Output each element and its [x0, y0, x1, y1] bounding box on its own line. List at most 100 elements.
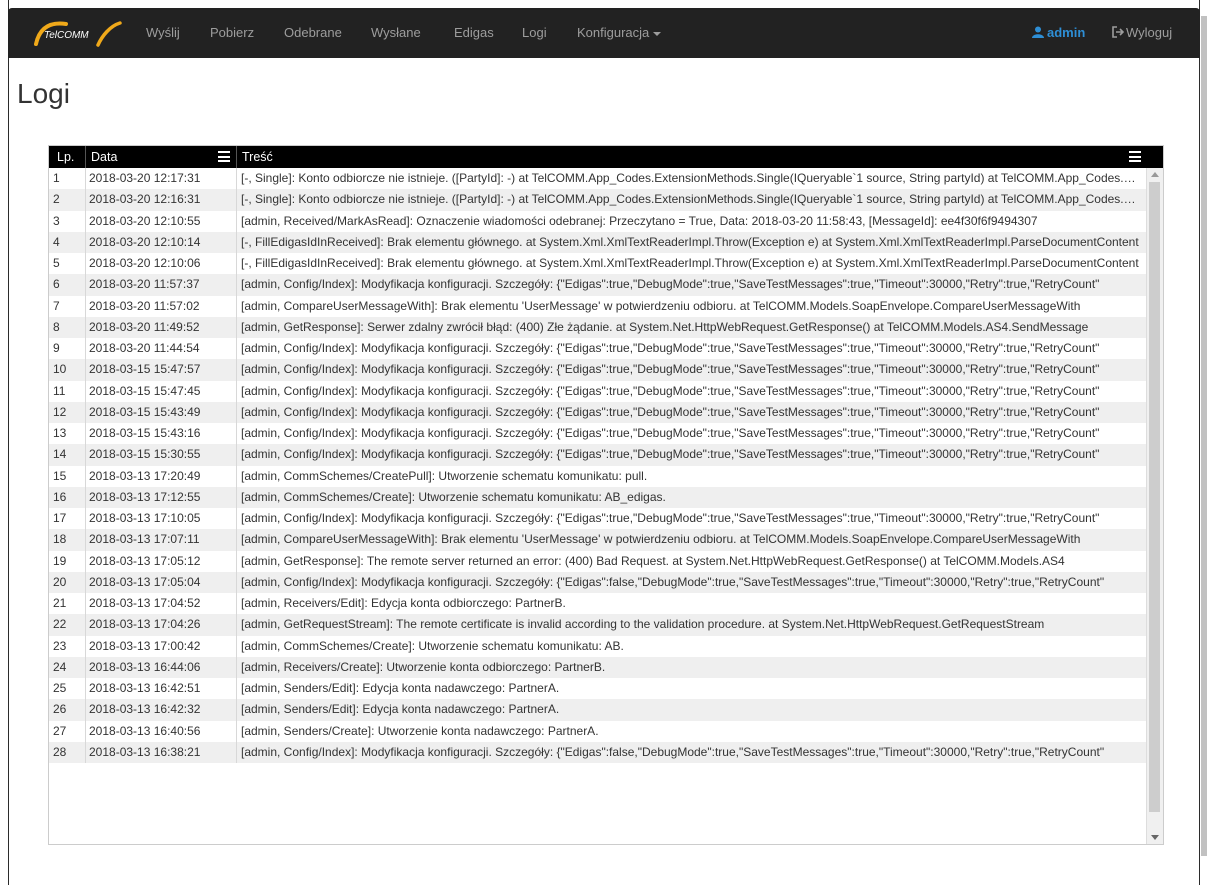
table-row[interactable]: 19 2018-03-13 17:05:12 [admin, GetResponse…	[49, 550, 1147, 572]
cell-data: 2018-03-13 17:12:55	[86, 486, 237, 508]
grid-body: 1 2018-03-20 12:17:31 [-, Single]: Konto o…	[49, 168, 1147, 844]
cell-tresc: [admin, CommSchemes/Create]: Utworzenie …	[241, 638, 624, 653]
cell-data: 2018-03-13 17:05:12	[86, 550, 237, 572]
nav-konfiguracja[interactable]: Konfiguracja	[577, 25, 662, 40]
cell-lp: 15	[49, 465, 86, 487]
cell-data: 2018-03-15 15:30:55	[86, 444, 237, 466]
cell-data: 2018-03-20 12:10:14	[86, 231, 237, 253]
cell-lp: 19	[49, 550, 86, 572]
table-row[interactable]: 20 2018-03-13 17:05:04 [admin, Config/Inde…	[49, 571, 1147, 593]
cell-tresc: [admin, Config/Index]: Modyfikacja konfi…	[241, 404, 1100, 419]
cell-lp: 16	[49, 486, 86, 508]
table-row[interactable]: 2 2018-03-20 12:16:31 [-, Single]: Konto o…	[49, 189, 1147, 211]
cell-tresc: [-, Single]: Konto odbiorcze nie istniej…	[241, 171, 1147, 185]
cell-data: 2018-03-13 17:07:11	[86, 529, 237, 551]
cell-lp: 9	[49, 338, 86, 360]
cell-tresc: [admin, GetResponse]: Serwer zdalny zwró…	[241, 319, 1089, 334]
cell-tresc: [admin, Config/Index]: Modyfikacja konfi…	[241, 744, 1105, 759]
cell-tresc: [admin, Senders/Edit]: Edycja konta nada…	[241, 702, 560, 717]
table-row[interactable]: 7 2018-03-20 11:57:02 [admin, CompareUserM…	[49, 295, 1147, 317]
nav-wyslane[interactable]: Wysłane	[371, 25, 421, 40]
scroll-up-icon[interactable]	[1151, 172, 1159, 177]
table-row[interactable]: 21 2018-03-13 17:04:52 [admin, Receivers/E…	[49, 593, 1147, 615]
cell-data: 2018-03-15 15:43:16	[86, 423, 237, 445]
table-row[interactable]: 15 2018-03-13 17:20:49 [admin, CommSchemes…	[49, 465, 1147, 487]
table-row[interactable]: 17 2018-03-13 17:10:05 [admin, Config/Inde…	[49, 508, 1147, 530]
cell-lp: 25	[49, 678, 86, 700]
cell-data: 2018-03-20 12:10:06	[86, 253, 237, 275]
cell-data: 2018-03-13 17:05:04	[86, 571, 237, 593]
cell-data: 2018-03-20 11:49:52	[86, 316, 237, 338]
table-row[interactable]: 13 2018-03-15 15:43:16 [admin, Config/Inde…	[49, 423, 1147, 445]
cell-lp: 12	[49, 401, 86, 423]
grid-scrollbar[interactable]	[1146, 168, 1163, 844]
cell-data: 2018-03-13 17:10:05	[86, 508, 237, 530]
svg-text:TelCOMM: TelCOMM	[44, 30, 89, 41]
cell-data: 2018-03-13 16:40:56	[86, 720, 237, 742]
nav-odebrane[interactable]: Odebrane	[284, 25, 342, 40]
table-row[interactable]: 11 2018-03-15 15:47:45 [admin, Config/Inde…	[49, 380, 1147, 402]
nav-pobierz[interactable]: Pobierz	[210, 25, 254, 40]
navbar: TelCOMM Wyślij Pobierz Odebrane Wysłane …	[8, 8, 1200, 58]
page-scrollbar[interactable]	[1200, 0, 1208, 885]
table-row[interactable]: 26 2018-03-13 16:42:32 [admin, Senders/Edi…	[49, 699, 1147, 721]
cell-data: 2018-03-15 15:43:49	[86, 401, 237, 423]
logs-grid: Lp. Data Treść 1 2018-03-20 12:17:31 [-, S…	[48, 145, 1164, 845]
table-row[interactable]: 10 2018-03-15 15:47:57 [admin, Config/Inde…	[49, 359, 1147, 381]
column-menu-icon[interactable]	[218, 151, 230, 162]
column-header-data[interactable]: Data	[86, 146, 237, 168]
table-row[interactable]: 16 2018-03-13 17:12:55 [admin, CommSchemes…	[49, 486, 1147, 508]
table-row[interactable]: 18 2018-03-13 17:07:11 [admin, CompareUser…	[49, 529, 1147, 551]
table-row[interactable]: 23 2018-03-13 17:00:42 [admin, CommSchemes…	[49, 635, 1147, 657]
cell-tresc: [-, FillEdigasIdInReceived]: Brak elemen…	[241, 234, 1139, 249]
table-row[interactable]: 1 2018-03-20 12:17:31 [-, Single]: Konto o…	[49, 168, 1147, 190]
nav-logi[interactable]: Logi	[522, 25, 547, 40]
user-icon	[1032, 26, 1044, 38]
table-row[interactable]: 14 2018-03-15 15:30:55 [admin, Config/Inde…	[49, 444, 1147, 466]
user-menu[interactable]: admin	[1032, 25, 1085, 40]
column-header-tresc[interactable]: Treść	[237, 146, 1147, 168]
cell-tresc: [admin, Config/Index]: Modyfikacja konfi…	[241, 341, 1100, 355]
grid-header: Lp. Data Treść	[49, 146, 1163, 168]
cell-tresc: [admin, Config/Index]: Modyfikacja konfi…	[241, 511, 1100, 525]
telcomm-logo[interactable]: TelCOMM	[32, 18, 122, 48]
logout-link[interactable]: Wyloguj	[1112, 25, 1172, 40]
cell-tresc: [admin, CompareUserMessageWith]: Brak el…	[241, 532, 1081, 547]
cell-lp: 28	[49, 741, 86, 763]
scroll-down-icon[interactable]	[1151, 835, 1159, 840]
cell-tresc: [admin, GetRequestStream]: The remote ce…	[241, 617, 1045, 632]
cell-tresc: [admin, Config/Index]: Modyfikacja konfi…	[241, 362, 1100, 377]
table-row[interactable]: 5 2018-03-20 12:10:06 [-, FillEdigasIdInRe…	[49, 253, 1147, 275]
table-row[interactable]: 27 2018-03-13 16:40:56 [admin, Senders/Cre…	[49, 720, 1147, 742]
cell-lp: 24	[49, 656, 86, 678]
table-row[interactable]: 28 2018-03-13 16:38:21 [admin, Config/Inde…	[49, 741, 1147, 763]
cell-tresc: [admin, Receivers/Edit]: Edycja konta od…	[241, 596, 566, 610]
nav-edigas[interactable]: Edigas	[454, 25, 494, 40]
cell-lp: 3	[49, 210, 86, 232]
cell-tresc: [admin, Config/Index]: Modyfikacja konfi…	[241, 447, 1100, 462]
table-row[interactable]: 4 2018-03-20 12:10:14 [-, FillEdigasIdInRe…	[49, 231, 1147, 253]
table-row[interactable]: 9 2018-03-20 11:44:54 [admin, Config/Index…	[49, 338, 1147, 360]
table-row[interactable]: 3 2018-03-20 12:10:55 [admin, Received/Mar…	[49, 210, 1147, 232]
nav-wyslij[interactable]: Wyślij	[146, 25, 180, 40]
table-row[interactable]: 24 2018-03-13 16:44:06 [admin, Receivers/C…	[49, 656, 1147, 678]
cell-lp: 8	[49, 316, 86, 338]
column-menu-icon[interactable]	[1129, 151, 1141, 162]
cell-lp: 1	[49, 168, 86, 190]
table-row[interactable]: 8 2018-03-20 11:49:52 [admin, GetResponse]…	[49, 316, 1147, 338]
page-scroll-thumb[interactable]	[1201, 16, 1207, 856]
logout-label: Wyloguj	[1126, 25, 1173, 40]
cell-lp: 10	[49, 359, 86, 381]
user-name: admin	[1047, 25, 1086, 40]
cell-tresc: [admin, Config/Index]: Modyfikacja konfi…	[241, 383, 1100, 398]
table-row[interactable]: 6 2018-03-20 11:57:37 [admin, Config/Index…	[49, 274, 1147, 296]
table-row[interactable]: 22 2018-03-13 17:04:26 [admin, GetRequestS…	[49, 614, 1147, 636]
scroll-thumb[interactable]	[1149, 182, 1160, 812]
cell-tresc: [admin, Received/MarkAsRead]: Oznaczenie…	[241, 213, 1038, 228]
cell-lp: 22	[49, 614, 86, 636]
cell-data: 2018-03-13 17:00:42	[86, 635, 237, 657]
column-header-lp[interactable]: Lp.	[49, 146, 86, 168]
cell-tresc: [admin, Senders/Create]: Utworzenie kont…	[241, 723, 599, 738]
table-row[interactable]: 25 2018-03-13 16:42:51 [admin, Senders/Edi…	[49, 678, 1147, 700]
table-row[interactable]: 12 2018-03-15 15:43:49 [admin, Config/Inde…	[49, 401, 1147, 423]
